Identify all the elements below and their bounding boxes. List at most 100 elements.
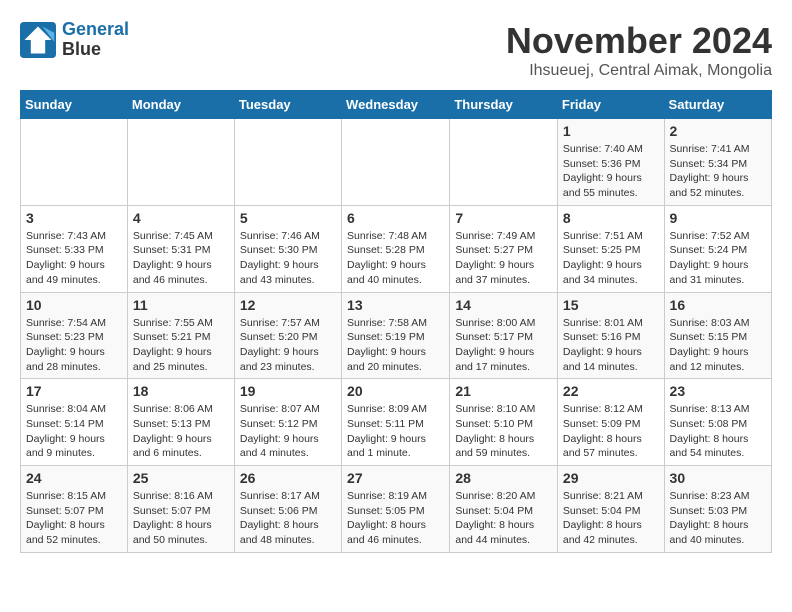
day-number: 28 (455, 470, 552, 486)
week-row-2: 3 Sunrise: 7:43 AM Sunset: 5:33 PM Daylig… (21, 205, 772, 292)
calendar-cell: 23 Sunrise: 8:13 AM Sunset: 5:08 PM Dayli… (664, 379, 771, 466)
day-info: Sunrise: 8:01 AM Sunset: 5:16 PM Dayligh… (563, 316, 659, 375)
week-row-5: 24Sunrise: 8:15 AM Sunset: 5:07 PM Dayli… (21, 466, 772, 553)
week-row-1: 1Sunrise: 7:40 AM Sunset: 5:36 PM Daylig… (21, 119, 772, 206)
calendar-cell: 5 Sunrise: 7:46 AM Sunset: 5:30 PM Daylig… (234, 205, 341, 292)
day-info: Sunrise: 8:20 AM Sunset: 5:04 PM Dayligh… (455, 489, 552, 548)
page-header: General Blue November 2024 Ihsueuej, Cen… (20, 20, 772, 80)
header-wednesday: Wednesday (342, 91, 450, 119)
calendar-cell: 27 Sunrise: 8:19 AM Sunset: 5:05 PM Dayli… (342, 466, 450, 553)
logo: General Blue (20, 20, 129, 60)
header-monday: Monday (127, 91, 234, 119)
day-info: Sunrise: 7:40 AM Sunset: 5:36 PM Dayligh… (563, 142, 659, 201)
day-number: 5 (240, 210, 336, 226)
day-number: 22 (563, 383, 659, 399)
day-number: 4 (133, 210, 229, 226)
calendar-cell: 14 Sunrise: 8:00 AM Sunset: 5:17 PM Dayli… (450, 292, 558, 379)
day-number: 8 (563, 210, 659, 226)
day-info: Sunrise: 7:54 AM Sunset: 5:23 PM Dayligh… (26, 316, 122, 375)
day-number: 18 (133, 383, 229, 399)
calendar-cell: 20Sunrise: 8:09 AM Sunset: 5:11 PM Dayli… (342, 379, 450, 466)
day-number: 19 (240, 383, 336, 399)
calendar-cell (342, 119, 450, 206)
calendar-cell: 28 Sunrise: 8:20 AM Sunset: 5:04 PM Dayli… (450, 466, 558, 553)
day-info: Sunrise: 7:52 AM Sunset: 5:24 PM Dayligh… (670, 229, 766, 288)
calendar-cell: 2Sunrise: 7:41 AM Sunset: 5:34 PM Daylig… (664, 119, 771, 206)
day-number: 24 (26, 470, 122, 486)
calendar-header-row: SundayMondayTuesdayWednesdayThursdayFrid… (21, 91, 772, 119)
day-info: Sunrise: 8:00 AM Sunset: 5:17 PM Dayligh… (455, 316, 552, 375)
month-title: November 2024 (506, 20, 772, 62)
day-number: 16 (670, 297, 766, 313)
calendar-cell: 25 Sunrise: 8:16 AM Sunset: 5:07 PM Dayli… (127, 466, 234, 553)
calendar-cell: 11 Sunrise: 7:55 AM Sunset: 5:21 PM Dayli… (127, 292, 234, 379)
day-info: Sunrise: 8:13 AM Sunset: 5:08 PM Dayligh… (670, 402, 766, 461)
day-number: 23 (670, 383, 766, 399)
calendar-cell: 19 Sunrise: 8:07 AM Sunset: 5:12 PM Dayli… (234, 379, 341, 466)
calendar-cell: 1Sunrise: 7:40 AM Sunset: 5:36 PM Daylig… (557, 119, 664, 206)
day-info: Sunrise: 8:16 AM Sunset: 5:07 PM Dayligh… (133, 489, 229, 548)
header-saturday: Saturday (664, 91, 771, 119)
calendar-table: SundayMondayTuesdayWednesdayThursdayFrid… (20, 90, 772, 553)
calendar-cell: 29 Sunrise: 8:21 AM Sunset: 5:04 PM Dayli… (557, 466, 664, 553)
location: Ihsueuej, Central Aimak, Mongolia (506, 62, 772, 80)
day-number: 10 (26, 297, 122, 313)
calendar-cell: 15 Sunrise: 8:01 AM Sunset: 5:16 PM Dayli… (557, 292, 664, 379)
day-info: Sunrise: 8:19 AM Sunset: 5:05 PM Dayligh… (347, 489, 444, 548)
day-number: 15 (563, 297, 659, 313)
calendar-cell: 4 Sunrise: 7:45 AM Sunset: 5:31 PM Daylig… (127, 205, 234, 292)
calendar-cell: 24Sunrise: 8:15 AM Sunset: 5:07 PM Dayli… (21, 466, 128, 553)
day-number: 2 (670, 123, 766, 139)
day-info: Sunrise: 8:09 AM Sunset: 5:11 PM Dayligh… (347, 402, 444, 461)
calendar-cell (127, 119, 234, 206)
day-info: Sunrise: 8:04 AM Sunset: 5:14 PM Dayligh… (26, 402, 122, 461)
day-info: Sunrise: 7:45 AM Sunset: 5:31 PM Dayligh… (133, 229, 229, 288)
day-number: 11 (133, 297, 229, 313)
calendar-cell: 26Sunrise: 8:17 AM Sunset: 5:06 PM Dayli… (234, 466, 341, 553)
day-info: Sunrise: 8:03 AM Sunset: 5:15 PM Dayligh… (670, 316, 766, 375)
logo-icon (20, 22, 56, 58)
calendar-cell: 10 Sunrise: 7:54 AM Sunset: 5:23 PM Dayli… (21, 292, 128, 379)
calendar-cell: 18Sunrise: 8:06 AM Sunset: 5:13 PM Dayli… (127, 379, 234, 466)
calendar-cell: 7Sunrise: 7:49 AM Sunset: 5:27 PM Daylig… (450, 205, 558, 292)
calendar-cell (450, 119, 558, 206)
calendar-cell: 30Sunrise: 8:23 AM Sunset: 5:03 PM Dayli… (664, 466, 771, 553)
calendar-cell (234, 119, 341, 206)
calendar-cell: 6Sunrise: 7:48 AM Sunset: 5:28 PM Daylig… (342, 205, 450, 292)
calendar-cell (21, 119, 128, 206)
day-number: 3 (26, 210, 122, 226)
day-info: Sunrise: 8:21 AM Sunset: 5:04 PM Dayligh… (563, 489, 659, 548)
day-info: Sunrise: 7:51 AM Sunset: 5:25 PM Dayligh… (563, 229, 659, 288)
day-info: Sunrise: 7:43 AM Sunset: 5:33 PM Dayligh… (26, 229, 122, 288)
calendar-cell: 13 Sunrise: 7:58 AM Sunset: 5:19 PM Dayli… (342, 292, 450, 379)
logo-text: General Blue (62, 20, 129, 60)
day-info: Sunrise: 7:46 AM Sunset: 5:30 PM Dayligh… (240, 229, 336, 288)
day-number: 25 (133, 470, 229, 486)
day-number: 27 (347, 470, 444, 486)
day-number: 7 (455, 210, 552, 226)
day-number: 21 (455, 383, 552, 399)
day-number: 6 (347, 210, 444, 226)
calendar-cell: 17 Sunrise: 8:04 AM Sunset: 5:14 PM Dayli… (21, 379, 128, 466)
header-thursday: Thursday (450, 91, 558, 119)
day-number: 30 (670, 470, 766, 486)
week-row-3: 10 Sunrise: 7:54 AM Sunset: 5:23 PM Dayli… (21, 292, 772, 379)
day-number: 13 (347, 297, 444, 313)
day-info: Sunrise: 8:17 AM Sunset: 5:06 PM Dayligh… (240, 489, 336, 548)
title-block: November 2024 Ihsueuej, Central Aimak, M… (506, 20, 772, 80)
day-info: Sunrise: 7:55 AM Sunset: 5:21 PM Dayligh… (133, 316, 229, 375)
header-sunday: Sunday (21, 91, 128, 119)
day-info: Sunrise: 7:57 AM Sunset: 5:20 PM Dayligh… (240, 316, 336, 375)
day-number: 17 (26, 383, 122, 399)
day-number: 14 (455, 297, 552, 313)
day-number: 12 (240, 297, 336, 313)
calendar-cell: 8 Sunrise: 7:51 AM Sunset: 5:25 PM Daylig… (557, 205, 664, 292)
day-number: 9 (670, 210, 766, 226)
day-info: Sunrise: 8:07 AM Sunset: 5:12 PM Dayligh… (240, 402, 336, 461)
calendar-cell: 22 Sunrise: 8:12 AM Sunset: 5:09 PM Dayli… (557, 379, 664, 466)
day-info: Sunrise: 8:12 AM Sunset: 5:09 PM Dayligh… (563, 402, 659, 461)
week-row-4: 17 Sunrise: 8:04 AM Sunset: 5:14 PM Dayli… (21, 379, 772, 466)
day-info: Sunrise: 7:58 AM Sunset: 5:19 PM Dayligh… (347, 316, 444, 375)
day-number: 29 (563, 470, 659, 486)
calendar-cell: 9 Sunrise: 7:52 AM Sunset: 5:24 PM Daylig… (664, 205, 771, 292)
